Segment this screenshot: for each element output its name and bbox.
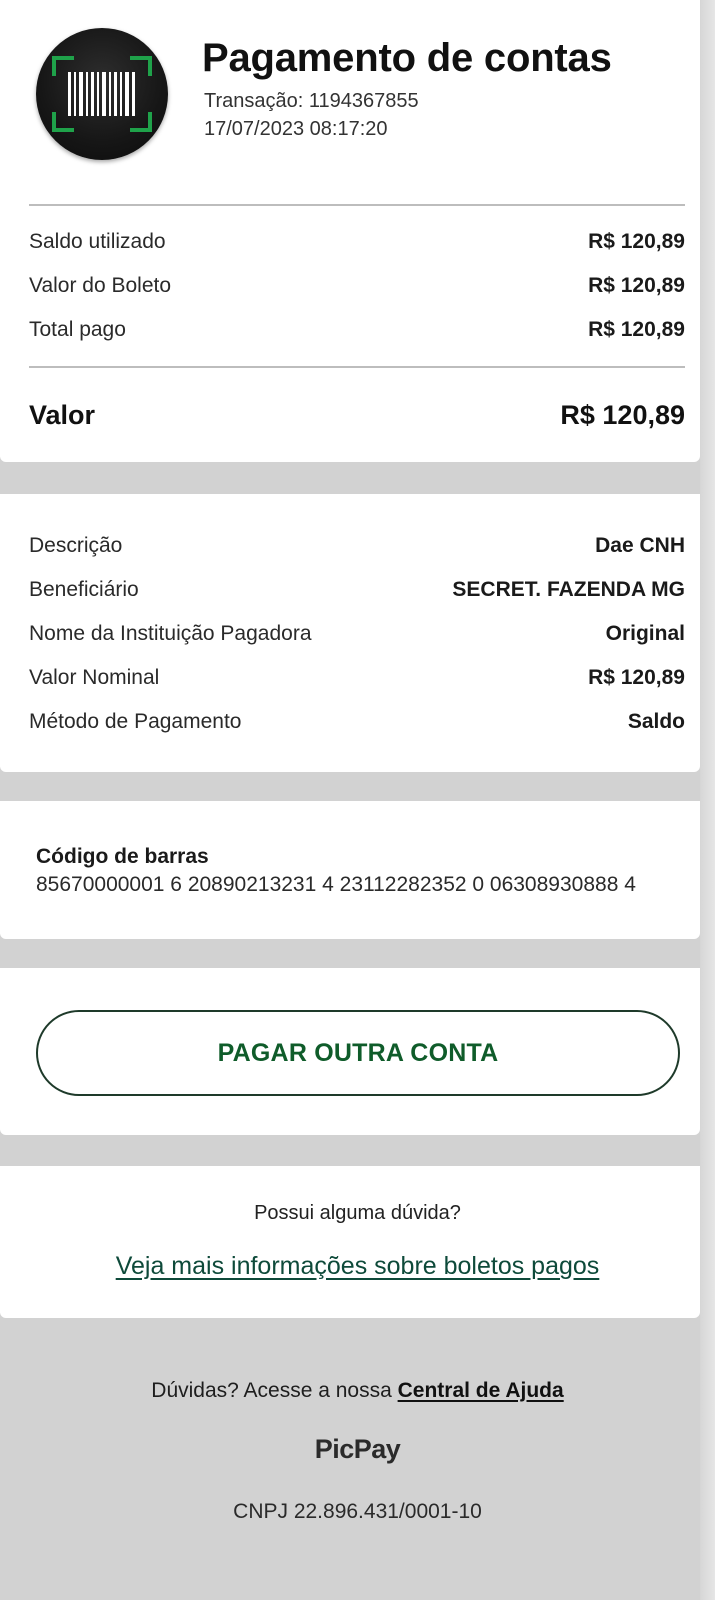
summary-label: Saldo utilizado — [29, 230, 166, 253]
detail-row: Método de Pagamento Saldo — [29, 710, 685, 734]
summary-row: Saldo utilizado R$ 120,89 — [29, 230, 685, 254]
paid-bills-info-link[interactable]: Veja mais informações sobre boletos pago… — [116, 1252, 600, 1280]
help-question: Possui alguma dúvida? — [254, 1202, 461, 1224]
picpay-logo: PicPay — [314, 1434, 401, 1464]
detail-label: Descrição — [29, 534, 123, 557]
page-edge-shade — [700, 0, 715, 1600]
transaction-id: Transação: 1194367855 — [204, 90, 419, 112]
page-title: Pagamento de contas — [202, 36, 612, 80]
transaction-datetime: 17/07/2023 08:17:20 — [204, 118, 388, 140]
detail-value: Original — [605, 622, 685, 645]
help-card: Possui alguma dúvida? Veja mais informaç… — [0, 1166, 700, 1318]
barcode-value: 85670000001 6 20890213231 4 23112282352 … — [36, 873, 636, 896]
summary-row: Total pago R$ 120,89 — [29, 318, 685, 342]
total-row: Valor R$ 120,89 — [29, 400, 685, 431]
summary-label: Total pago — [29, 318, 126, 341]
total-label: Valor — [29, 400, 96, 430]
barcode-scan-icon — [36, 28, 168, 160]
detail-label: Beneficiário — [29, 578, 139, 601]
detail-row: Descrição Dae CNH — [29, 534, 685, 558]
footer-help-text: Dúvidas? Acesse a nossa Central de Ajuda — [0, 1379, 715, 1403]
summary-value: R$ 120,89 — [588, 318, 685, 341]
summary-row: Valor do Boleto R$ 120,89 — [29, 274, 685, 298]
barcode-label: Código de barras — [36, 845, 209, 868]
total-value: R$ 120,89 — [560, 400, 685, 430]
divider — [29, 204, 685, 206]
detail-value: SECRET. FAZENDA MG — [452, 578, 685, 601]
detail-row: Valor Nominal R$ 120,89 — [29, 666, 685, 690]
footer-help-prefix: Dúvidas? Acesse a nossa — [151, 1379, 398, 1402]
summary-value: R$ 120,89 — [588, 274, 685, 297]
detail-value: Saldo — [627, 710, 685, 733]
barcode-card: Código de barras 85670000001 6 208902132… — [0, 801, 700, 939]
detail-value: Dae CNH — [595, 534, 685, 557]
payment-summary-card: Pagamento de contas Transação: 119436785… — [0, 0, 700, 462]
help-link-row: Veja mais informações sobre boletos pago… — [0, 1252, 715, 1281]
action-card: PAGAR OUTRA CONTA — [0, 968, 700, 1135]
detail-label: Nome da Instituição Pagadora — [29, 622, 312, 645]
detail-label: Método de Pagamento — [29, 710, 242, 733]
detail-row: Nome da Instituição Pagadora Original — [29, 622, 685, 646]
summary-value: R$ 120,89 — [588, 230, 685, 253]
help-center-link[interactable]: Central de Ajuda — [398, 1379, 564, 1402]
payment-details-card: Descrição Dae CNH Beneficiário SECRET. F… — [0, 494, 700, 772]
detail-label: Valor Nominal — [29, 666, 160, 689]
divider — [29, 366, 685, 368]
summary-label: Valor do Boleto — [29, 274, 172, 297]
detail-row: Beneficiário SECRET. FAZENDA MG — [29, 578, 685, 602]
footer-cnpj: CNPJ 22.896.431/0001-10 — [233, 1500, 482, 1523]
detail-value: R$ 120,89 — [588, 666, 685, 689]
pay-another-bill-button[interactable]: PAGAR OUTRA CONTA — [36, 1010, 680, 1096]
